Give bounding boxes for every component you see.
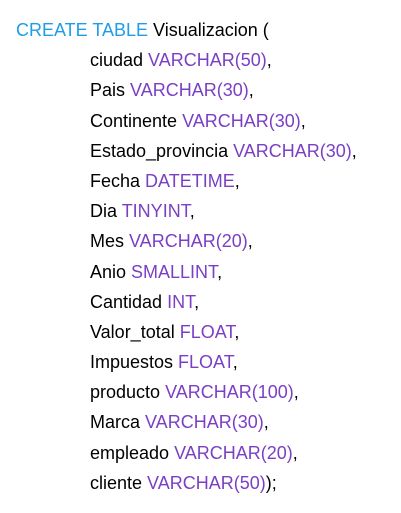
column-type: VARCHAR(50) [147,472,266,493]
column-name: Pais [90,80,131,101]
column-name: Dia [90,201,122,222]
column-name: empleado [90,442,175,463]
column-name: Anio [90,261,132,282]
column-name: Mes [90,231,130,252]
column-type: SMALLINT [131,261,218,282]
column-type: FLOAT [178,352,233,373]
column-name: ciudad [90,50,149,71]
column-line: Pais VARCHAR(30), [16,75,396,105]
column-type: VARCHAR(30) [145,412,264,433]
column-line: Impuestos FLOAT, [16,347,396,377]
column-type: FLOAT [179,321,235,342]
column-suffix: , [234,321,240,342]
table-name: Visualizacion ( [148,20,269,40]
column-line: Dia TINYINT, [16,196,396,226]
column-suffix: , [189,201,195,222]
column-type: VARCHAR(30) [130,80,249,101]
create-table-line: CREATE TABLE Visualizacion ( [16,15,396,45]
column-line: empleado VARCHAR(20), [16,438,396,468]
column-name: Valor_total [90,321,180,342]
column-suffix: , [266,50,272,71]
column-suffix: , [293,382,299,403]
create-table-keyword: CREATE TABLE [16,20,149,40]
column-suffix: , [234,170,240,191]
column-name: Marca [90,412,146,433]
column-suffix: , [232,352,238,373]
column-type: VARCHAR(50) [148,50,267,71]
column-name: Fecha [90,170,146,191]
column-line: Anio SMALLINT, [16,257,396,287]
column-line: Cantidad INT, [16,287,396,317]
column-type: VARCHAR(30) [182,110,301,131]
column-line: Mes VARCHAR(20), [16,226,396,256]
column-type: VARCHAR(20) [174,442,293,463]
column-type: VARCHAR(20) [129,231,248,252]
column-name: Impuestos [90,352,179,373]
column-line: producto VARCHAR(100), [16,377,396,407]
column-name: Estado_provincia [90,140,234,161]
column-line: Marca VARCHAR(30), [16,407,396,437]
column-suffix: , [247,231,253,252]
column-suffix: , [300,110,306,131]
column-suffix: ); [265,472,277,493]
column-type: VARCHAR(100) [165,382,294,403]
column-line: cliente VARCHAR(50)); [16,468,396,498]
column-suffix: , [292,442,298,463]
column-type: DATETIME [145,170,235,191]
column-suffix: , [263,412,269,433]
column-name: Continente [90,110,183,131]
column-suffix: , [351,140,357,161]
sql-code-block: CREATE TABLE Visualizacion ( ciudad VARC… [16,15,396,498]
column-suffix: , [248,80,254,101]
column-line: Valor_total FLOAT, [16,317,396,347]
column-name: Cantidad [90,291,168,312]
column-line: ciudad VARCHAR(50), [16,45,396,75]
column-line: Estado_provincia VARCHAR(30), [16,136,396,166]
column-name: cliente [90,472,148,493]
column-suffix: , [194,291,200,312]
column-suffix: , [217,261,223,282]
column-line: Fecha DATETIME, [16,166,396,196]
column-name: producto [90,382,166,403]
column-type: TINYINT [121,201,190,222]
column-type: INT [167,291,195,312]
column-type: VARCHAR(30) [233,140,352,161]
column-line: Continente VARCHAR(30), [16,106,396,136]
